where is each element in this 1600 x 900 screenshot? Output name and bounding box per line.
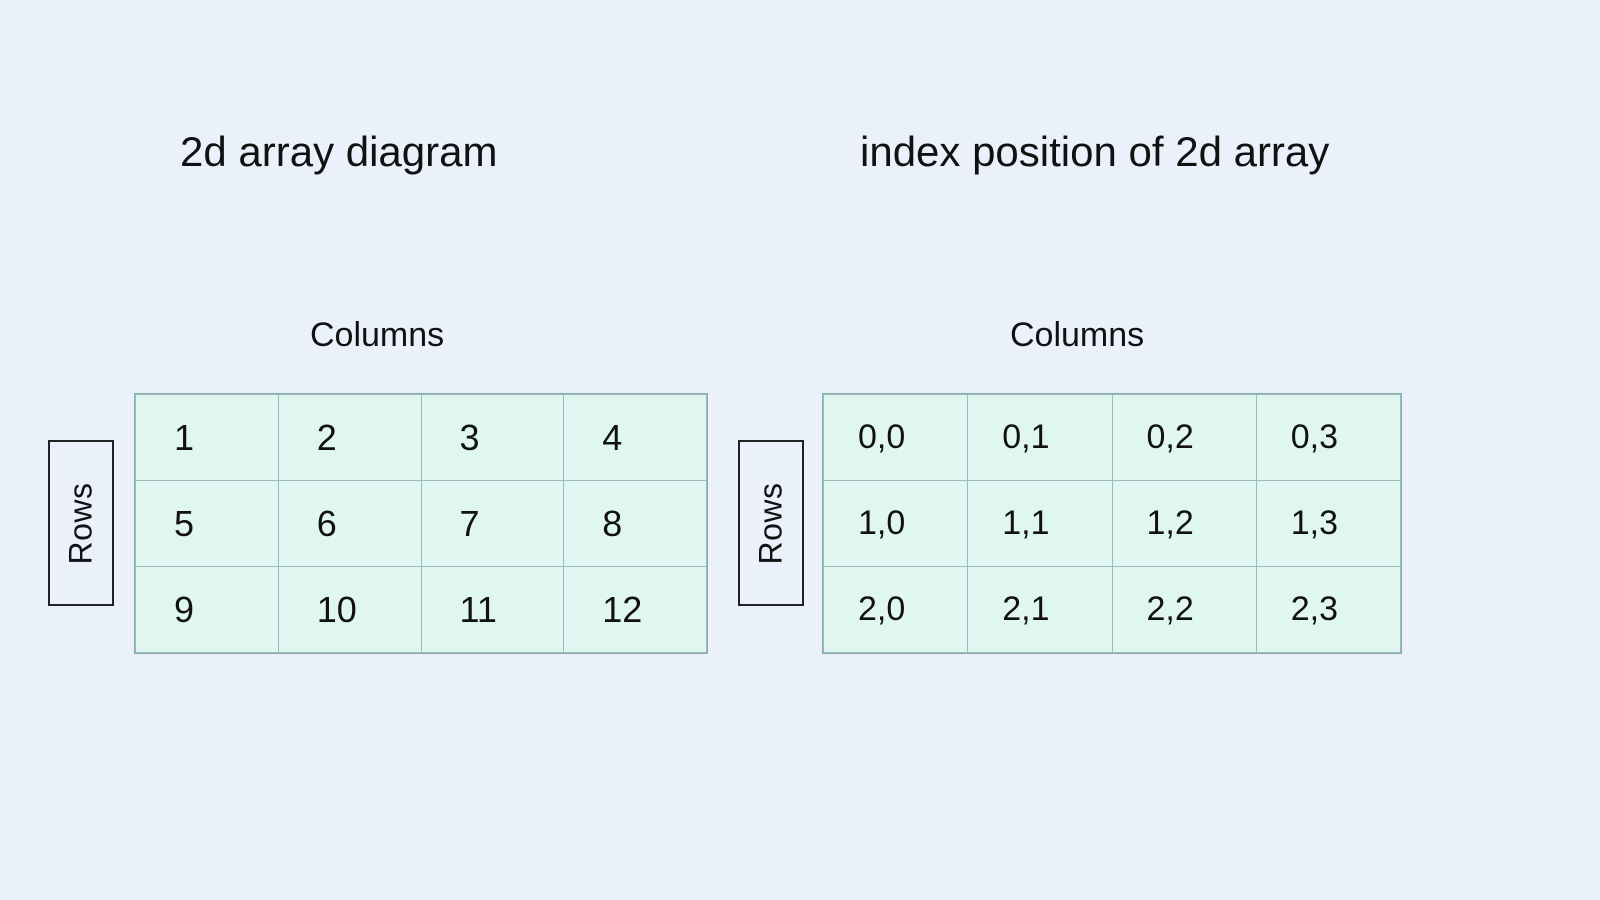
- cell: 1,2: [1112, 481, 1256, 567]
- table-row: 9 10 11 12: [136, 567, 707, 653]
- cell: 8: [564, 481, 707, 567]
- cell: 2: [278, 395, 421, 481]
- diagram-canvas: 2d array diagram index position of 2d ar…: [0, 0, 1600, 900]
- rows-label-box-left: Rows: [48, 440, 114, 606]
- cell: 2,1: [968, 567, 1112, 653]
- table-row: 2,0 2,1 2,2 2,3: [824, 567, 1401, 653]
- cell: 0,0: [824, 395, 968, 481]
- cell: 5: [136, 481, 279, 567]
- cell: 4: [564, 395, 707, 481]
- cell: 7: [421, 481, 564, 567]
- title-left: 2d array diagram: [180, 128, 497, 176]
- columns-label-right: Columns: [1010, 316, 1144, 355]
- cell: 2,2: [1112, 567, 1256, 653]
- table-row: 0,0 0,1 0,2 0,3: [824, 395, 1401, 481]
- cell: 0,1: [968, 395, 1112, 481]
- rows-label-box-right: Rows: [738, 440, 804, 606]
- cell: 1,3: [1256, 481, 1400, 567]
- title-right: index position of 2d array: [860, 128, 1329, 176]
- cell: 6: [278, 481, 421, 567]
- cell: 10: [278, 567, 421, 653]
- cell: 1: [136, 395, 279, 481]
- table-row: 5 6 7 8: [136, 481, 707, 567]
- columns-label-left: Columns: [310, 316, 444, 355]
- table-row: 1 2 3 4: [136, 395, 707, 481]
- rows-label-left: Rows: [63, 482, 100, 564]
- cell: 12: [564, 567, 707, 653]
- cell: 0,3: [1256, 395, 1400, 481]
- cell: 1,0: [824, 481, 968, 567]
- values-grid: 1 2 3 4 5 6 7 8 9 10 11 12: [134, 393, 708, 654]
- index-grid: 0,0 0,1 0,2 0,3 1,0 1,1 1,2 1,3 2,0 2,1 …: [822, 393, 1402, 654]
- index-table: 0,0 0,1 0,2 0,3 1,0 1,1 1,2 1,3 2,0 2,1 …: [823, 394, 1401, 653]
- cell: 3: [421, 395, 564, 481]
- cell: 0,2: [1112, 395, 1256, 481]
- cell: 9: [136, 567, 279, 653]
- table-row: 1,0 1,1 1,2 1,3: [824, 481, 1401, 567]
- cell: 2,3: [1256, 567, 1400, 653]
- cell: 1,1: [968, 481, 1112, 567]
- values-table: 1 2 3 4 5 6 7 8 9 10 11 12: [135, 394, 707, 653]
- rows-label-right: Rows: [753, 482, 790, 564]
- cell: 2,0: [824, 567, 968, 653]
- cell: 11: [421, 567, 564, 653]
